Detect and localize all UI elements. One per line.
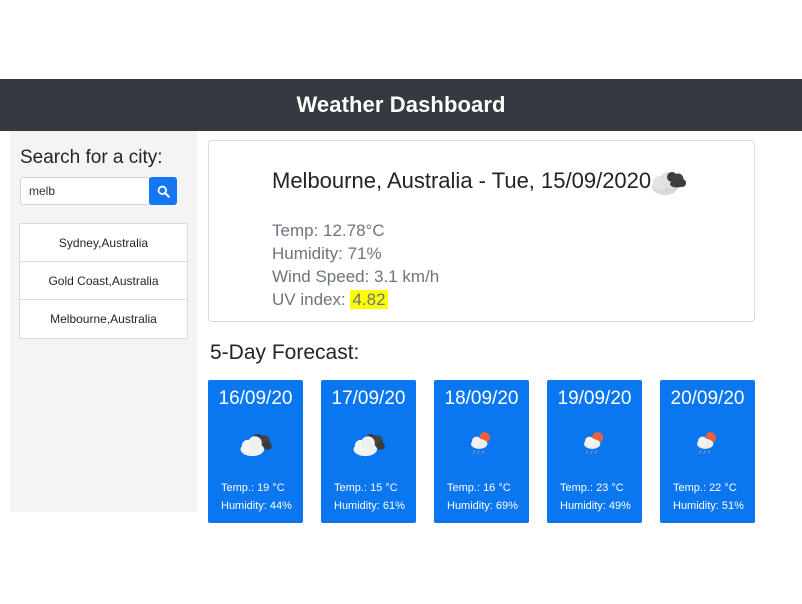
cloud-broken-icon bbox=[240, 433, 272, 457]
forecast-temp: Temp.: 22 °C bbox=[673, 482, 737, 494]
forecast-card: 17/09/20 Temp.: 15 °C Humidity: 61% bbox=[321, 380, 416, 523]
current-uv: UV index: 4.82 bbox=[272, 288, 439, 311]
forecast-temp: Temp.: 16 °C bbox=[447, 482, 511, 494]
current-city-title: Melbourne, Australia - Tue, 15/09/2020 bbox=[272, 168, 652, 193]
navbar: Weather Dashboard bbox=[0, 79, 802, 131]
forecast-humidity: Humidity: 44% bbox=[221, 500, 292, 512]
page-title: Weather Dashboard bbox=[296, 92, 506, 117]
forecast-heading: 5-Day Forecast: bbox=[210, 341, 360, 364]
uv-label: UV index: bbox=[272, 290, 346, 309]
forecast-card: 18/09/20 Temp.: 16 °C Humidity: 69% bbox=[434, 380, 529, 523]
forecast-date: 19/09/20 bbox=[557, 388, 632, 409]
rain-sun-icon bbox=[697, 432, 717, 455]
forecast-temp: Temp.: 19 °C bbox=[221, 482, 285, 494]
uv-value-badge: 4.82 bbox=[350, 290, 388, 309]
forecast-date: 16/09/20 bbox=[218, 388, 293, 409]
cloud-broken-icon bbox=[652, 172, 686, 195]
forecast-card: 16/09/20 Temp.: 19 °C Humidity: 44% bbox=[208, 380, 303, 523]
cloud-broken-icon bbox=[353, 433, 385, 457]
search-icon bbox=[157, 185, 170, 198]
city-history-list: Sydney,Australia Gold Coast,Australia Me… bbox=[19, 223, 188, 339]
current-temp: Temp: 12.78°C bbox=[272, 221, 385, 240]
forecast-humidity: Humidity: 49% bbox=[560, 500, 631, 512]
sidebar: Search for a city: Sydney,Australia Gold… bbox=[10, 131, 197, 512]
forecast-humidity: Humidity: 61% bbox=[334, 500, 405, 512]
rain-sun-icon bbox=[584, 432, 604, 455]
forecast-date: 20/09/20 bbox=[670, 388, 745, 409]
city-item-gold-coast[interactable]: Gold Coast,Australia bbox=[20, 262, 187, 300]
page: Weather Dashboard Search for a city: Syd… bbox=[0, 0, 802, 604]
forecast-card: 19/09/20 Temp.: 23 °C Humidity: 49% bbox=[547, 380, 642, 523]
current-wind: Wind Speed: 3.1 km/h bbox=[272, 267, 440, 286]
forecast-date: 17/09/20 bbox=[331, 388, 406, 409]
rain-sun-icon bbox=[471, 432, 491, 455]
current-stats: Temp: 12.78°C Humidity: 71% Wind Speed: … bbox=[272, 219, 439, 311]
forecast-humidity: Humidity: 51% bbox=[673, 500, 744, 512]
forecast-card: 20/09/20 Temp.: 22 °C Humidity: 51% bbox=[660, 380, 755, 523]
forecast-humidity: Humidity: 69% bbox=[447, 500, 518, 512]
city-item-sydney[interactable]: Sydney,Australia bbox=[20, 224, 187, 262]
city-item-melbourne[interactable]: Melbourne,Australia bbox=[20, 300, 187, 338]
current-humidity: Humidity: 71% bbox=[272, 244, 382, 263]
search-heading: Search for a city: bbox=[20, 147, 163, 168]
forecast-temp: Temp.: 15 °C bbox=[334, 482, 398, 494]
search-button[interactable] bbox=[149, 177, 177, 205]
current-weather-card: Melbourne, Australia - Tue, 15/09/2020 T… bbox=[208, 140, 755, 322]
forecast-temp: Temp.: 23 °C bbox=[560, 482, 624, 494]
search-input[interactable] bbox=[20, 177, 150, 205]
forecast-date: 18/09/20 bbox=[444, 388, 519, 409]
